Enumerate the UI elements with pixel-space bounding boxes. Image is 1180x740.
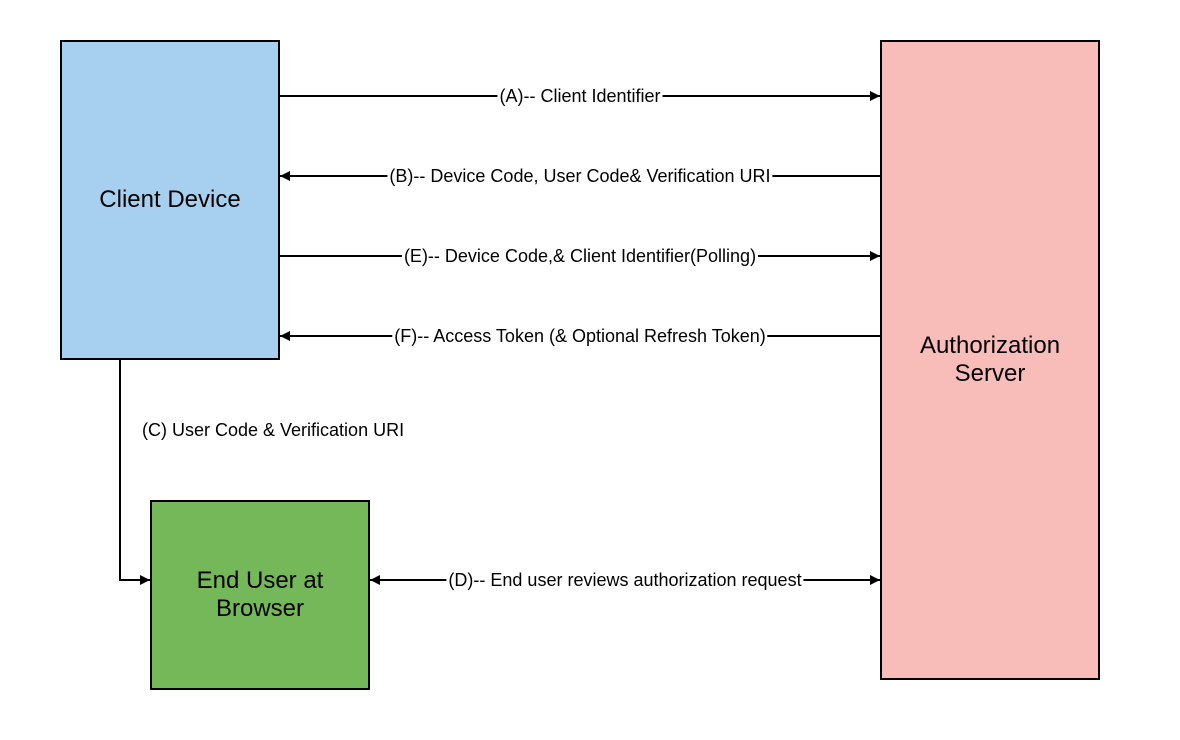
flow-a-label: (A)-- Client Identifier — [497, 86, 662, 107]
flow-e-label: (E)-- Device Code,& Client Identifier(Po… — [402, 246, 758, 267]
authorization-server-label: Authorization Server — [890, 332, 1090, 388]
flow-d-label: (D)-- End user reviews authorization req… — [446, 570, 803, 591]
end-user-browser-label: End User at Browser — [160, 567, 360, 623]
client-device-box: Client Device — [60, 40, 280, 360]
end-user-browser-box: End User at Browser — [150, 500, 370, 690]
flow-b-label: (B)-- Device Code, User Code& Verificati… — [387, 166, 772, 187]
authorization-server-box: Authorization Server — [880, 40, 1100, 680]
flow-c-arrow — [120, 360, 150, 580]
flow-c-label: (C) User Code & Verification URI — [140, 420, 406, 441]
client-device-label: Client Device — [99, 186, 240, 214]
flow-f-label: (F)-- Access Token (& Optional Refresh T… — [392, 326, 767, 347]
